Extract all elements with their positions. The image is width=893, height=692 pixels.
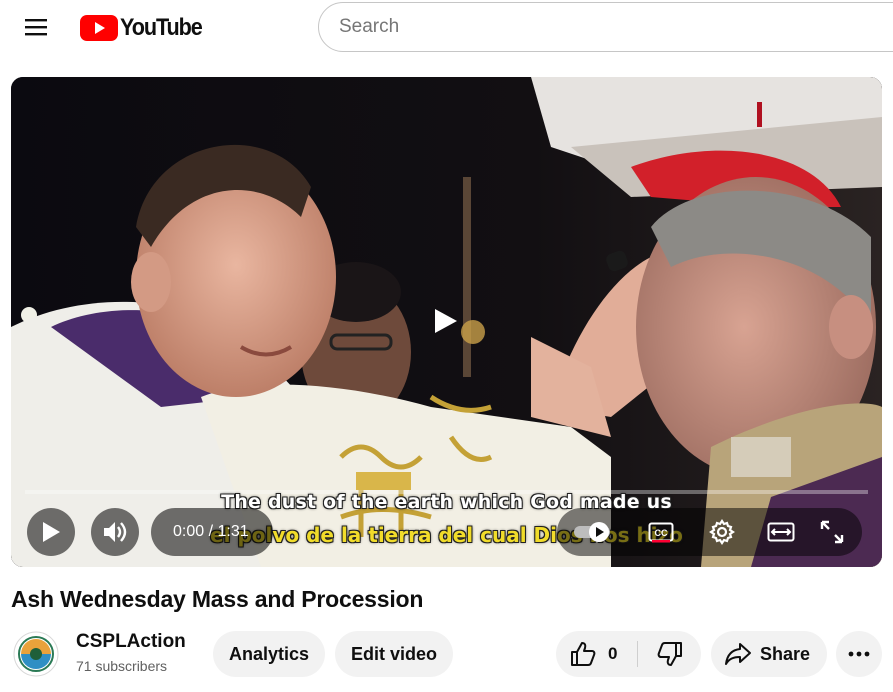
- thumbs-down-icon: [657, 642, 682, 666]
- fullscreen-button[interactable]: [808, 508, 856, 556]
- play-button[interactable]: [27, 508, 75, 556]
- video-title: Ash Wednesday Mass and Procession: [11, 586, 424, 612]
- svg-text:CC: CC: [655, 528, 668, 538]
- guide-menu-button[interactable]: [12, 5, 60, 49]
- time-text: 0:00 / 1:31: [173, 523, 249, 540]
- video-player[interactable]: The dust of the earth which God made us …: [11, 77, 882, 567]
- subscriber-count: 71 subscribers: [76, 658, 168, 674]
- share-arrow-icon: [725, 643, 751, 665]
- thumbs-up-icon: [571, 642, 596, 666]
- theater-mode-button[interactable]: [757, 508, 805, 556]
- edit-video-button[interactable]: Edit video: [335, 631, 453, 677]
- like-dislike-group: 0: [556, 631, 701, 677]
- analytics-button[interactable]: Analytics: [213, 631, 325, 677]
- masthead: YouTube: [0, 0, 893, 56]
- closed-captions-icon: CC: [648, 522, 674, 543]
- youtube-logo[interactable]: YouTube: [80, 13, 211, 43]
- edit-video-label: Edit video: [350, 643, 437, 664]
- play-icon: [435, 309, 457, 333]
- search-input[interactable]: [339, 3, 879, 51]
- share-label: Share: [760, 643, 811, 664]
- analytics-label: Analytics: [228, 643, 310, 664]
- more-dots-icon: [848, 651, 870, 657]
- theater-mode-icon: [767, 522, 795, 542]
- logo-text: YouTube: [120, 14, 203, 41]
- channel-name[interactable]: CSPLAction: [76, 631, 186, 653]
- like-button[interactable]: 0: [556, 631, 636, 677]
- center-play-button[interactable]: [406, 291, 486, 351]
- youtube-logo-icon: [80, 15, 118, 41]
- play-icon: [43, 522, 60, 542]
- subtitles-button[interactable]: CC: [637, 508, 685, 556]
- dislike-button[interactable]: [638, 631, 701, 677]
- mute-button[interactable]: [91, 508, 139, 556]
- like-count: 0: [608, 644, 618, 663]
- time-display: 0:00 / 1:31: [151, 508, 273, 556]
- share-button[interactable]: Share: [711, 631, 827, 677]
- channel-avatar[interactable]: [13, 631, 59, 677]
- search-box[interactable]: [318, 2, 893, 52]
- volume-icon: [104, 522, 127, 542]
- more-actions-button[interactable]: [836, 631, 882, 677]
- autoplay-toggle[interactable]: [567, 508, 619, 556]
- hamburger-menu-icon: [25, 19, 47, 36]
- channel-logo-icon: [13, 631, 59, 677]
- autoplay-toggle-icon: [574, 522, 610, 542]
- settings-button[interactable]: [698, 508, 746, 556]
- gear-icon: [709, 519, 735, 545]
- fullscreen-icon: [820, 520, 844, 544]
